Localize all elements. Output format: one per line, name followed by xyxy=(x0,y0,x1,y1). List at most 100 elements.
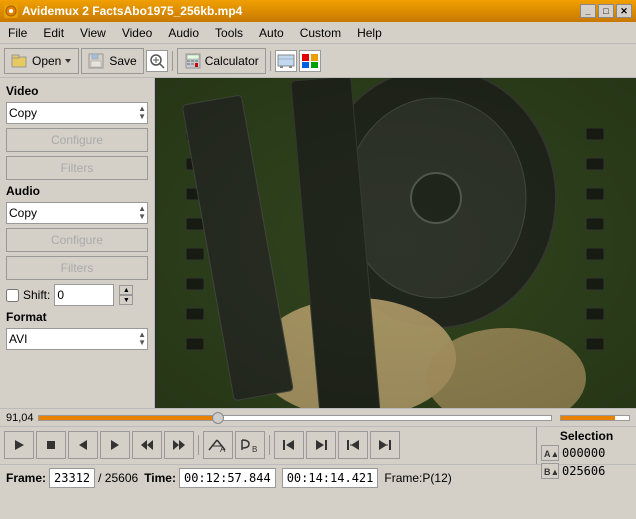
stop-button[interactable] xyxy=(36,431,66,459)
seek-area: 91,04 xyxy=(0,408,636,426)
left-panel: Video Copy ▲▼ Configure Filters Audio Co… xyxy=(0,78,155,408)
shift-up-button[interactable]: ▲ xyxy=(119,285,133,295)
audio-filters-button[interactable]: Filters xyxy=(6,256,148,280)
open-icon xyxy=(11,53,29,69)
menu-auto[interactable]: Auto xyxy=(251,24,292,42)
save-icon xyxy=(88,53,106,69)
save-button[interactable]: Save xyxy=(81,48,143,74)
title-bar: Avidemux 2 FactsAbo1975_256kb.mp4 _ □ ✕ xyxy=(0,0,636,22)
audio-codec-row: Copy ▲▼ xyxy=(6,202,148,224)
menu-edit[interactable]: Edit xyxy=(35,24,72,42)
video-preview xyxy=(155,78,636,408)
color-button[interactable] xyxy=(299,50,321,72)
video-configure-button[interactable]: Configure xyxy=(6,128,148,152)
mark-a-small-icon: A▲ xyxy=(543,447,557,459)
transport-sep-2 xyxy=(269,435,270,455)
stop-icon xyxy=(45,439,57,451)
video-section-label: Video xyxy=(6,84,148,98)
settings-button[interactable] xyxy=(275,50,297,72)
video-codec-select[interactable]: Copy xyxy=(6,102,148,124)
video-codec-row: Copy ▲▼ xyxy=(6,102,148,124)
prev-keyframe-icon xyxy=(346,439,360,451)
go-end-button[interactable] xyxy=(306,431,336,459)
svg-text:B: B xyxy=(252,445,257,452)
frame-type-field: Frame:P(12) xyxy=(384,471,451,485)
minimize-button[interactable]: _ xyxy=(580,4,596,18)
toolbar: Open Save Calculator xyxy=(0,44,636,78)
audio-configure-button[interactable]: Configure xyxy=(6,228,148,252)
selection-title: Selection xyxy=(541,429,632,443)
frame-type-value: Frame:P(12) xyxy=(384,471,451,485)
app-icon xyxy=(4,4,18,18)
seek-bar[interactable] xyxy=(38,415,552,421)
fast-forward-icon xyxy=(172,439,186,451)
play-button[interactable] xyxy=(4,431,34,459)
duration-value: 00:14:14.421 xyxy=(282,468,379,488)
frame-label: Frame: xyxy=(6,471,46,485)
transport-area: A B xyxy=(0,427,536,463)
toolbar-separator-2 xyxy=(270,51,271,71)
prev-frame-icon xyxy=(77,439,89,451)
video-filters-button[interactable]: Filters xyxy=(6,156,148,180)
shift-input[interactable] xyxy=(54,284,114,306)
menu-video[interactable]: Video xyxy=(114,24,160,42)
prev-keyframe-button[interactable] xyxy=(338,431,368,459)
fast-forward-button[interactable] xyxy=(164,431,194,459)
menu-audio[interactable]: Audio xyxy=(160,24,207,42)
selection-a-badge: A▲ xyxy=(541,445,559,461)
selection-b-row: B▲ 025606 xyxy=(541,463,632,479)
settings-icon xyxy=(277,53,295,69)
format-select[interactable]: AVI xyxy=(6,328,148,350)
time-label: Time: xyxy=(144,471,176,485)
audio-section-label: Audio xyxy=(6,184,148,198)
format-section-label: Format xyxy=(6,310,148,324)
go-start-button[interactable] xyxy=(274,431,304,459)
svg-text:B▲: B▲ xyxy=(544,467,557,477)
calculator-button[interactable]: Calculator xyxy=(177,48,266,74)
toolbar-separator-1 xyxy=(172,51,173,71)
open-button[interactable]: Open xyxy=(4,48,79,74)
menu-bar: File Edit View Video Audio Tools Auto Cu… xyxy=(0,22,636,44)
shift-row: Shift: ▲ ▼ xyxy=(6,284,148,306)
zoom-button[interactable] xyxy=(146,50,168,72)
menu-view[interactable]: View xyxy=(72,24,114,42)
mark-b-small-icon: B▲ xyxy=(543,465,557,477)
maximize-button[interactable]: □ xyxy=(598,4,614,18)
next-keyframe-button[interactable] xyxy=(370,431,400,459)
shift-label: Shift: xyxy=(23,288,50,302)
selection-panel: Selection A▲ 000000 B▲ 025606 xyxy=(536,427,636,464)
audio-codec-select[interactable]: Copy xyxy=(6,202,148,224)
total-frames: / 25606 xyxy=(98,471,138,485)
selection-a-value: 000000 xyxy=(562,446,605,460)
format-row: AVI ▲▼ xyxy=(6,328,148,350)
seek-position-label: 91,04 xyxy=(6,412,34,424)
frame-value: 23312 xyxy=(49,468,95,488)
rewind-icon xyxy=(140,439,154,451)
menu-help[interactable]: Help xyxy=(349,24,390,42)
seek-thumb[interactable] xyxy=(212,412,224,424)
preview-image xyxy=(156,78,636,408)
shift-down-button[interactable]: ▼ xyxy=(119,295,133,305)
seek-bar-right[interactable] xyxy=(560,415,630,421)
close-button[interactable]: ✕ xyxy=(616,4,632,18)
next-frame-button[interactable] xyxy=(100,431,130,459)
open-dropdown-icon xyxy=(64,57,72,65)
mark-b-icon: B xyxy=(239,438,261,452)
frame-field: Frame: 23312 / 25606 xyxy=(6,468,138,488)
play-icon xyxy=(13,439,25,451)
window-title: Avidemux 2 FactsAbo1975_256kb.mp4 xyxy=(22,4,242,18)
prev-frame-button[interactable] xyxy=(68,431,98,459)
calculator-icon xyxy=(184,53,202,69)
next-frame-icon xyxy=(109,439,121,451)
menu-custom[interactable]: Custom xyxy=(292,24,349,42)
mark-a-icon: A xyxy=(207,438,229,452)
menu-file[interactable]: File xyxy=(0,24,35,42)
menu-tools[interactable]: Tools xyxy=(207,24,251,42)
mark-b-button[interactable]: B xyxy=(235,431,265,459)
selection-a-row: A▲ 000000 xyxy=(541,445,632,461)
rewind-button[interactable] xyxy=(132,431,162,459)
seek-fill-right xyxy=(561,416,615,420)
mark-a-button[interactable]: A xyxy=(203,431,233,459)
shift-checkbox[interactable] xyxy=(6,289,19,302)
svg-text:A▲: A▲ xyxy=(544,449,557,459)
